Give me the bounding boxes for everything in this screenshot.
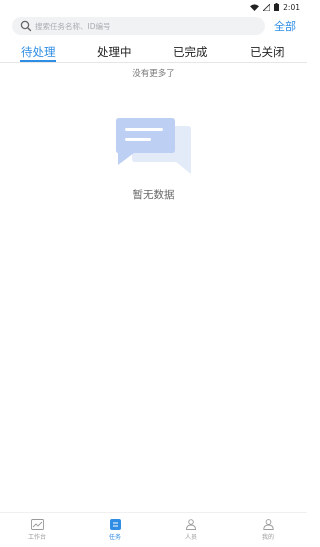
status-time: 2:01 [283, 2, 300, 12]
nav-label-profile: 我的 [261, 534, 274, 541]
people-icon [186, 519, 196, 530]
nav-item-workbench[interactable]: 工作台 [17, 519, 57, 541]
filter-all-link[interactable]: 全部 [274, 18, 296, 34]
nav-item-profile[interactable]: 我的 [248, 519, 288, 541]
signal-icon [263, 3, 271, 11]
tab-in-progress[interactable]: 处理中 [97, 44, 132, 60]
battery-icon [274, 3, 280, 11]
tab-completed[interactable]: 已完成 [173, 44, 208, 60]
nav-item-tasks[interactable]: 任务 [95, 519, 135, 541]
nav-label-workbench: 工作台 [27, 534, 46, 541]
search-input[interactable] [35, 21, 255, 31]
nav-label-people: 人员 [184, 534, 197, 541]
bottom-nav: 工作台 任务 人员 我的 [0, 512, 307, 547]
status-bar: 2:01 [0, 0, 307, 14]
search-row: 全部 [0, 15, 307, 37]
tabs-divider [0, 62, 307, 63]
nav-label-tasks: 任务 [108, 534, 121, 541]
list-end-text: 没有更多了 [132, 69, 175, 79]
status-tabs: 待处理 处理中 已完成 已关闭 [0, 44, 307, 62]
nav-item-people[interactable]: 人员 [171, 519, 211, 541]
search-icon [20, 20, 32, 32]
task-icon [109, 519, 121, 530]
profile-icon [262, 519, 274, 530]
search-box[interactable] [12, 17, 265, 35]
empty-state-text: 暂无数据 [132, 189, 175, 201]
chart-icon [30, 519, 44, 530]
tab-pending[interactable]: 待处理 [21, 44, 56, 60]
wifi-icon [250, 3, 260, 11]
empty-chat-icon [116, 118, 191, 174]
tab-closed[interactable]: 已关闭 [250, 44, 285, 60]
